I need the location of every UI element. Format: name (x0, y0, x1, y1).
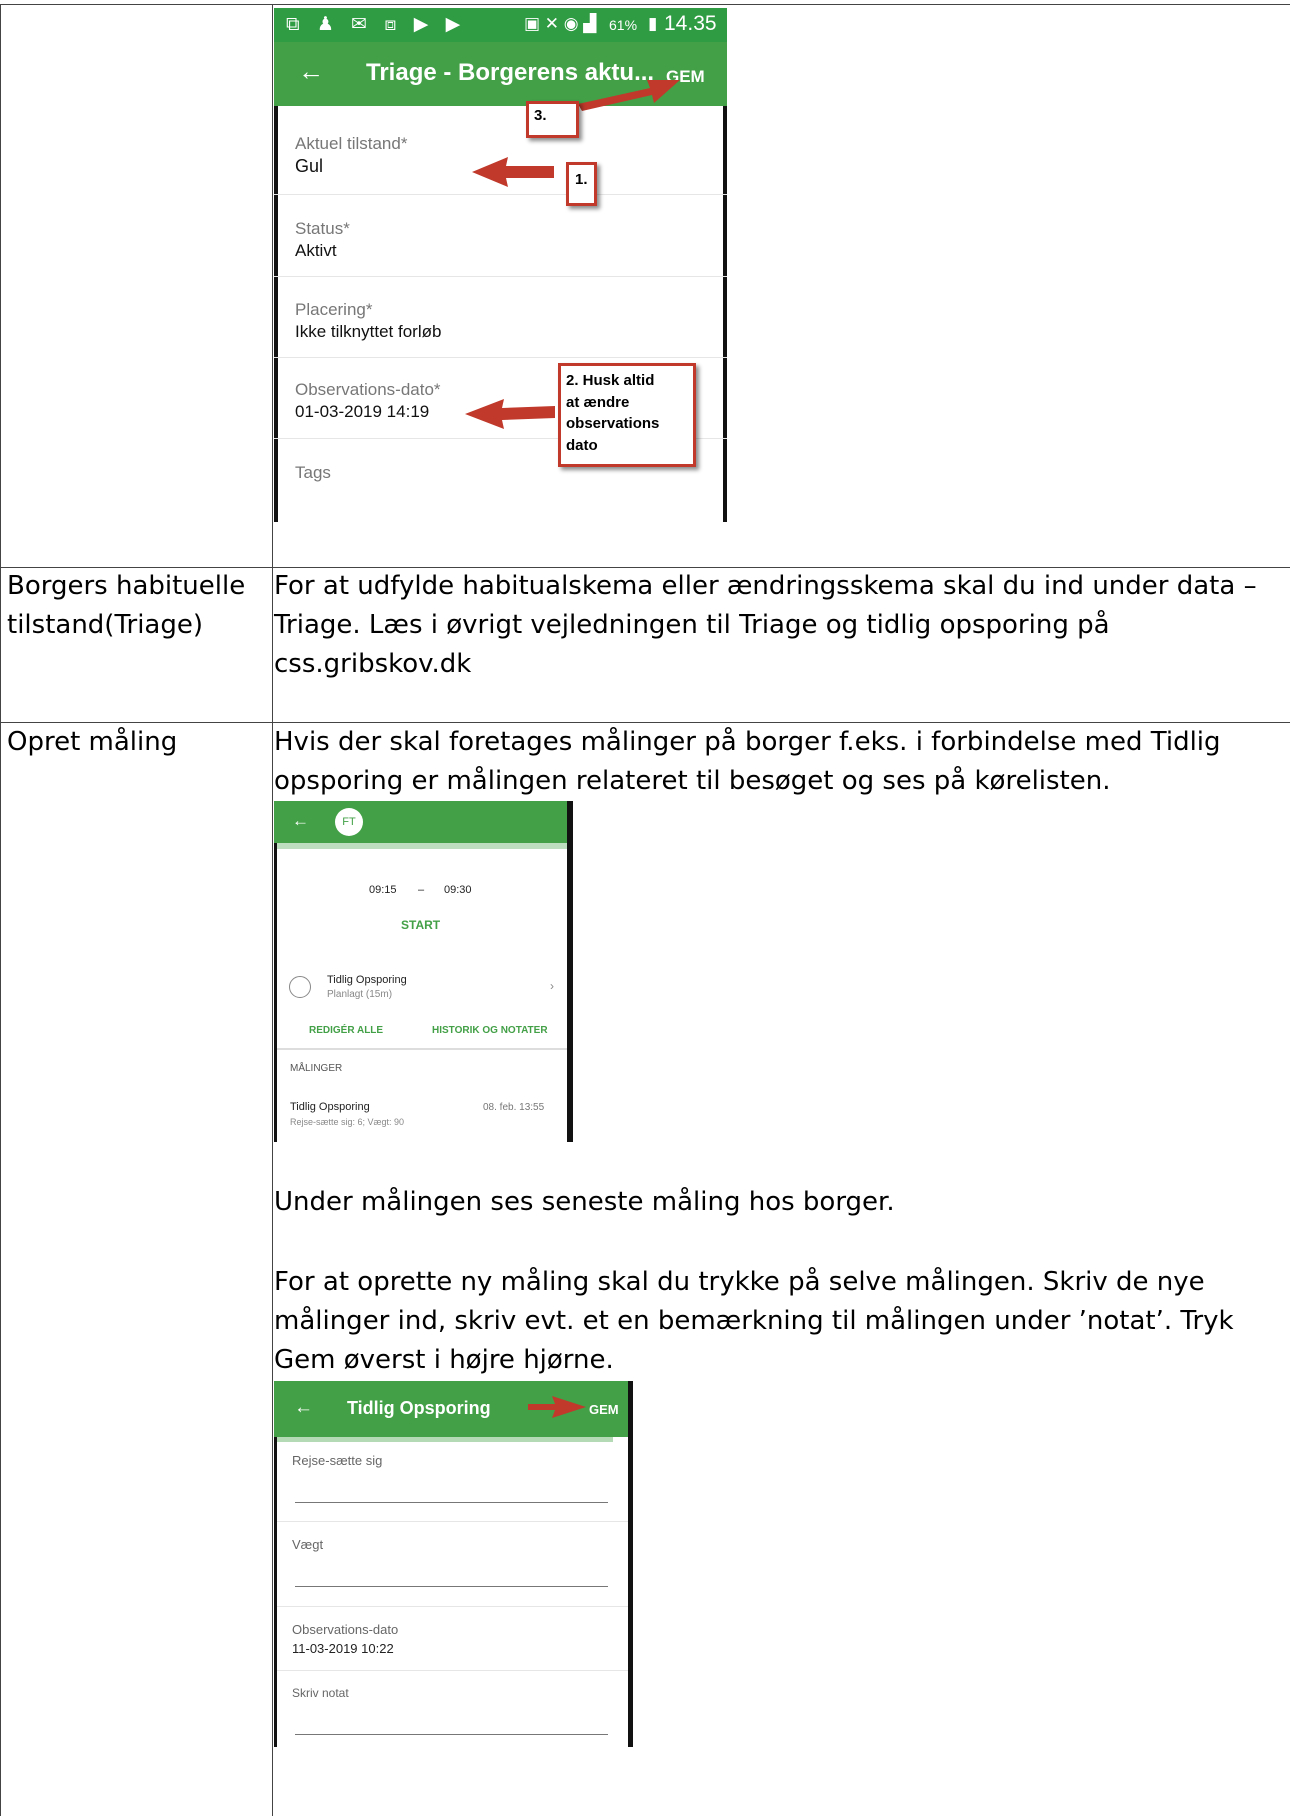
arrow-to-gem-form (528, 1396, 586, 1418)
